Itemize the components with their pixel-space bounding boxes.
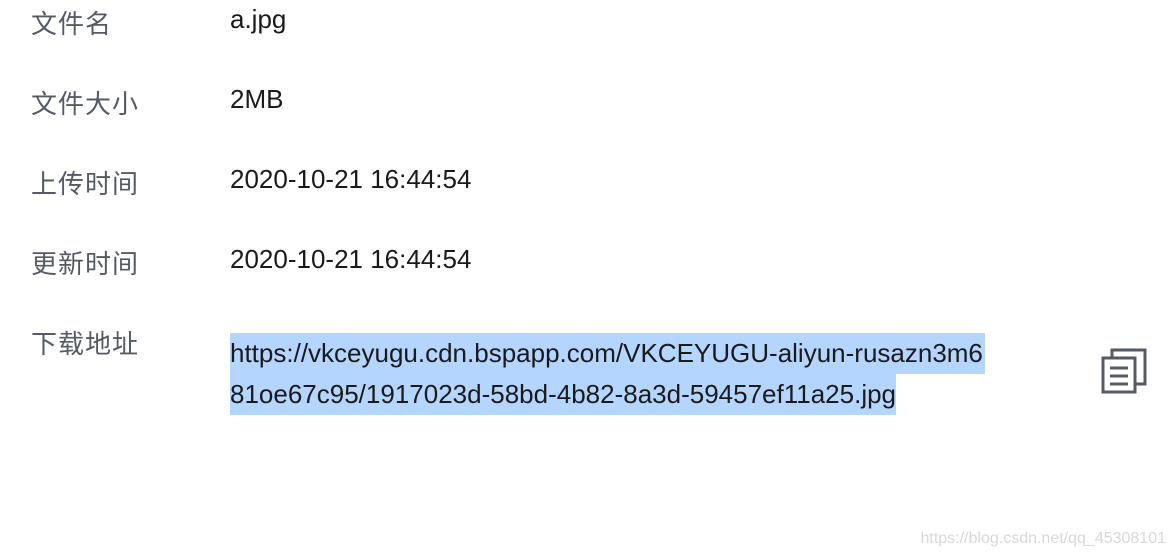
upload-time-label: 上传时间 (31, 170, 140, 200)
download-url-line-1[interactable]: https://vkceyugu.cdn.bspapp.com/VKCEYUGU… (230, 333, 985, 374)
update-time-label: 更新时间 (31, 250, 140, 280)
download-url-label: 下载地址 (31, 330, 140, 360)
update-time-value: 2020-10-21 16:44:54 (230, 244, 472, 274)
file-size-value: 2MB (230, 84, 284, 114)
copy-icon (1101, 348, 1147, 394)
download-url-value[interactable]: https://vkceyugu.cdn.bspapp.com/VKCEYUGU… (230, 333, 1060, 415)
file-name-value: a.jpg (230, 4, 287, 34)
file-name-label: 文件名 (31, 10, 113, 40)
download-url-line-2[interactable]: 81oe67c95/1917023d-58bd-4b82-8a3d-59457e… (230, 374, 897, 415)
copy-button[interactable] (1100, 346, 1148, 394)
file-size-label: 文件大小 (31, 90, 140, 120)
watermark: https://blog.csdn.net/qq_45308101 (920, 530, 1166, 547)
upload-time-value: 2020-10-21 16:44:54 (230, 164, 472, 194)
